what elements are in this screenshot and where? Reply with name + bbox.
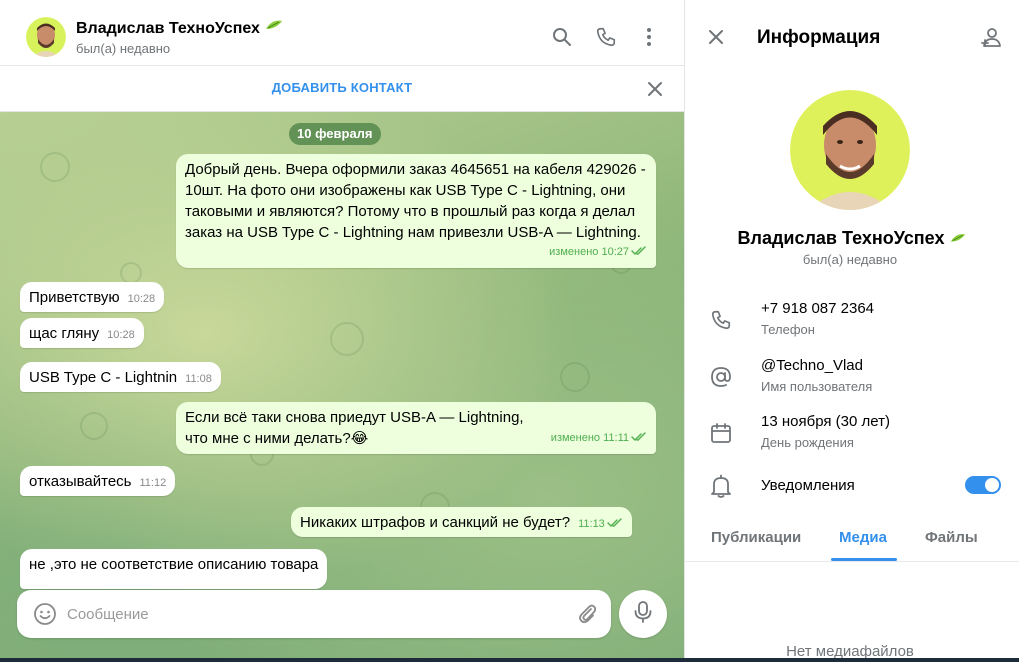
username-row[interactable]: @Techno_Vlad Имя пользователя (685, 355, 1019, 403)
add-contact-button[interactable]: ДОБАВИТЬ КОНТАКТ (0, 80, 684, 95)
birthday-value: 13 ноября (30 лет) (761, 413, 890, 430)
message-time: изменено 10:27 (549, 242, 647, 264)
message-incoming[interactable]: Приветствую 10:28 (20, 282, 165, 312)
chat-column: Владислав ТехноУспех был(а) недавно ДОБА… (0, 0, 684, 662)
message-incoming[interactable]: не ,это не соответствие описанию товара (20, 549, 328, 589)
mic-icon (632, 600, 654, 629)
contact-name: Владислав ТехноУспех (76, 20, 260, 37)
date-separator: 10 февраля (289, 123, 381, 145)
phone-icon (709, 308, 733, 332)
phone-row[interactable]: +7 918 087 2364 Телефон (685, 298, 1019, 346)
message-incoming[interactable]: щас гляну 10:28 (20, 318, 144, 348)
tab-publications[interactable]: Публикации (711, 529, 801, 546)
message-text: Добрый день. Вчера оформили заказ 464565… (185, 161, 646, 241)
chat-title[interactable]: Владислав ТехноУспех (76, 18, 284, 38)
attach-icon[interactable] (575, 602, 599, 626)
phone-label: Телефон (761, 322, 815, 337)
message-text: Если всё таки снова приедут USB-A — Ligh… (185, 409, 524, 447)
active-tab-indicator (831, 558, 897, 561)
message-time: 11:08 (185, 373, 212, 385)
username-label: Имя пользователя (761, 379, 873, 394)
message-time: 10:28 (127, 293, 156, 305)
search-icon[interactable] (551, 26, 573, 48)
birthday-label: День рождения (761, 435, 854, 450)
add-contact-icon[interactable] (979, 26, 1003, 50)
notifications-label: Уведомления (761, 477, 855, 494)
message-outgoing[interactable]: Добрый день. Вчера оформили заказ 464565… (176, 154, 656, 268)
message-composer[interactable] (17, 590, 611, 638)
more-vertical-icon[interactable] (638, 26, 660, 48)
message-time: изменено 11:11 (551, 428, 647, 450)
taskbar-edge (0, 658, 1019, 662)
tab-media[interactable]: Медиа (839, 529, 887, 546)
read-ticks-icon (631, 429, 647, 450)
media-tabs: Публикации Медиа Файлы (685, 520, 1019, 562)
at-icon (709, 365, 733, 389)
add-contact-bar: ДОБАВИТЬ КОНТАКТ (0, 66, 684, 112)
username-value: @Techno_Vlad (761, 357, 863, 374)
message-outgoing[interactable]: Если всё таки снова приедут USB-A — Ligh… (176, 402, 656, 454)
leaf-badge-icon (949, 228, 967, 248)
message-time: 11:13 (578, 518, 623, 530)
message-incoming[interactable]: USB Type C - Lightnin 11:08 (20, 362, 221, 392)
message-text: щас гляну (29, 325, 100, 342)
mic-button[interactable] (619, 590, 667, 638)
birthday-row[interactable]: 13 ноября (30 лет) День рождения (685, 411, 1019, 459)
read-ticks-icon (607, 515, 623, 536)
message-text: USB Type C - Lightnin (29, 369, 178, 386)
message-outgoing[interactable]: Никаких штрафов и санкций не будет? 11:13 (291, 507, 632, 537)
read-ticks-icon (631, 243, 647, 264)
bell-icon (709, 474, 733, 498)
profile-avatar[interactable] (790, 90, 910, 210)
profile-name: Владислав ТехноУспех (685, 228, 1019, 249)
message-text: отказывайтесь (29, 473, 132, 490)
emoji-icon[interactable] (33, 602, 57, 626)
message-incoming[interactable]: отказывайтесь 11:12 (20, 466, 176, 496)
avatar[interactable] (26, 17, 66, 57)
message-text: Никаких штрафов и санкций не будет? (300, 514, 571, 531)
message-text: Приветствую (29, 289, 120, 306)
message-text: не ,это не соответствие описанию товара (29, 556, 319, 573)
message-input[interactable] (67, 602, 547, 626)
tab-files[interactable]: Файлы (925, 529, 978, 546)
calendar-icon (709, 421, 733, 445)
leaf-badge-icon (264, 18, 284, 36)
notifications-toggle[interactable] (965, 476, 1001, 494)
message-time: 11:12 (139, 477, 167, 489)
message-time: 10:28 (107, 329, 135, 341)
close-icon[interactable] (644, 78, 666, 100)
last-seen-status: был(а) недавно (76, 41, 171, 56)
info-title: Информация (757, 27, 881, 48)
info-panel: Информация Владислав ТехноУспех был(а) н… (684, 0, 1019, 662)
phone-value: +7 918 087 2364 (761, 300, 875, 317)
chat-header[interactable]: Владислав ТехноУспех был(а) недавно (0, 0, 684, 66)
close-icon[interactable] (707, 28, 729, 50)
profile-status: был(а) недавно (802, 252, 898, 267)
phone-icon[interactable] (595, 26, 617, 48)
